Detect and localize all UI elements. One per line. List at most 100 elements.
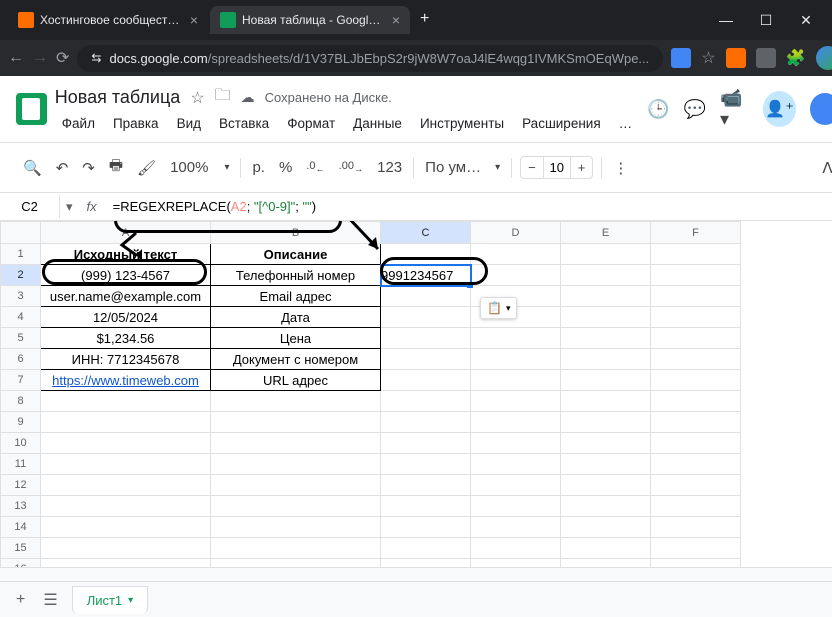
column-header-c[interactable]: C <box>381 222 471 244</box>
all-sheets-button[interactable]: ☰ <box>39 586 61 614</box>
column-header-e[interactable]: E <box>561 222 651 244</box>
percent-button[interactable]: % <box>272 153 299 182</box>
extension-icon[interactable] <box>756 48 776 68</box>
horizontal-scrollbar[interactable] <box>0 567 832 581</box>
name-box-dropdown-icon[interactable]: ▾ <box>60 199 79 215</box>
cell-a4[interactable]: 12/05/2024 <box>41 307 211 328</box>
row-header-8[interactable]: 8 <box>1 391 41 412</box>
cell-b7[interactable]: URL адрес <box>211 370 381 391</box>
number-format-button[interactable]: 123 <box>370 153 409 182</box>
row-header-7[interactable]: 7 <box>1 370 41 391</box>
translate-icon[interactable] <box>671 48 691 68</box>
select-all-corner[interactable] <box>1 222 41 244</box>
profile-avatar[interactable] <box>816 46 832 70</box>
cell-b4[interactable]: Дата <box>211 307 381 328</box>
extensions-menu-icon[interactable]: 🧩 <box>786 48 806 68</box>
close-window-button[interactable]: ✕ <box>796 12 816 29</box>
cell-b5[interactable]: Цена <box>211 328 381 349</box>
paste-options-button[interactable]: 📋 ▾ <box>480 297 517 319</box>
menu-more[interactable]: … <box>612 113 640 134</box>
row-header-9[interactable]: 9 <box>1 412 41 433</box>
spreadsheet-grid[interactable]: A B C D E F 1 Исходный текст Описание 2 … <box>0 221 741 567</box>
cell-b6[interactable]: Документ с номером <box>211 349 381 370</box>
minimize-button[interactable]: — <box>716 12 736 29</box>
column-header-a[interactable]: A <box>41 222 211 244</box>
bookmark-icon[interactable]: ☆ <box>701 48 715 68</box>
chevron-down-icon[interactable]: ▾ <box>488 156 507 179</box>
increase-fontsize-button[interactable]: + <box>571 157 593 178</box>
cell-b2[interactable]: Телефонный номер <box>211 265 381 286</box>
browser-tab-1[interactable]: Новая таблица - Google Табли... × <box>210 6 410 34</box>
paint-format-button[interactable]: 🖌 <box>130 153 163 183</box>
row-header-4[interactable]: 4 <box>1 307 41 328</box>
column-header-b[interactable]: B <box>211 222 381 244</box>
zoom-dropdown[interactable]: 100% <box>163 153 215 182</box>
redo-button[interactable]: ↷ <box>75 153 102 183</box>
extension-icon[interactable] <box>726 48 746 68</box>
add-sheet-button[interactable]: + <box>12 587 29 613</box>
search-menu-icon[interactable]: 🔍 <box>16 153 49 183</box>
chevron-down-icon[interactable]: ▾ <box>217 156 236 179</box>
cell-a1[interactable]: Исходный текст <box>41 244 211 265</box>
sheets-logo[interactable] <box>16 93 47 125</box>
row-header-2[interactable]: 2 <box>1 265 41 286</box>
font-size-input[interactable] <box>543 157 571 178</box>
reload-button[interactable]: ⟳ <box>56 48 69 68</box>
cell-b1[interactable]: Описание <box>211 244 381 265</box>
cell-c1[interactable] <box>381 244 471 265</box>
move-folder-icon[interactable]: 🗀 <box>215 84 231 111</box>
cell-a7[interactable]: https://www.timeweb.com <box>41 370 211 391</box>
comments-icon[interactable]: 💬 <box>684 99 706 120</box>
currency-button[interactable]: р. <box>245 153 272 182</box>
menu-edit[interactable]: Правка <box>106 113 166 134</box>
forward-button[interactable]: → <box>32 49 48 67</box>
name-box[interactable]: C2 <box>0 195 60 218</box>
menu-data[interactable]: Данные <box>346 113 409 134</box>
back-button[interactable]: ← <box>8 49 24 67</box>
star-icon[interactable]: ☆ <box>190 88 204 108</box>
more-toolbar-icon[interactable]: ⋮ <box>606 153 635 183</box>
row-header-12[interactable]: 12 <box>1 475 41 496</box>
address-bar[interactable]: ⇆ docs.google.com/spreadsheets/d/1V37BLJ… <box>77 45 663 72</box>
cell-a6[interactable]: ИНН: 7712345678 <box>41 349 211 370</box>
menu-tools[interactable]: Инструменты <box>413 113 511 134</box>
cell-a3[interactable]: user.name@example.com <box>41 286 211 307</box>
document-title[interactable]: Новая таблица <box>55 87 181 108</box>
cell-a2[interactable]: (999) 123-4567 <box>41 265 211 286</box>
menu-format[interactable]: Формат <box>280 113 342 134</box>
collapse-toolbar-icon[interactable]: ᐱ <box>815 153 832 183</box>
share-button[interactable]: 👤⁺ <box>763 91 796 127</box>
column-header-f[interactable]: F <box>651 222 741 244</box>
cell-c2[interactable]: 9991234567 <box>381 265 471 286</box>
browser-tab-0[interactable]: Хостинговое сообщество «Tim... × <box>8 6 208 34</box>
account-avatar[interactable] <box>810 93 832 125</box>
chevron-down-icon[interactable]: ▾ <box>128 595 133 606</box>
cell-b3[interactable]: Email адрес <box>211 286 381 307</box>
row-header-14[interactable]: 14 <box>1 517 41 538</box>
maximize-button[interactable]: ☐ <box>756 12 776 29</box>
cell-a5[interactable]: $1,234.56 <box>41 328 211 349</box>
formula-input[interactable]: =REGEXREPLACE(A2; "[^0-9]"; "") <box>105 195 832 219</box>
menu-view[interactable]: Вид <box>170 113 208 134</box>
decrease-decimal-button[interactable]: .0← <box>299 154 331 180</box>
close-tab-icon[interactable]: × <box>392 12 400 28</box>
row-header-1[interactable]: 1 <box>1 244 41 265</box>
menu-file[interactable]: Файл <box>55 113 102 134</box>
menu-extensions[interactable]: Расширения <box>515 113 608 134</box>
sheet-tab-1[interactable]: Лист1 ▾ <box>72 586 149 614</box>
decrease-fontsize-button[interactable]: − <box>521 157 543 178</box>
row-header-3[interactable]: 3 <box>1 286 41 307</box>
row-header-5[interactable]: 5 <box>1 328 41 349</box>
row-header-13[interactable]: 13 <box>1 496 41 517</box>
new-tab-button[interactable]: + <box>412 6 437 34</box>
increase-decimal-button[interactable]: .00→ <box>332 154 370 180</box>
close-tab-icon[interactable]: × <box>190 12 198 28</box>
menu-insert[interactable]: Вставка <box>212 113 276 134</box>
history-icon[interactable]: 🕒 <box>647 99 669 120</box>
print-button[interactable]: 🖶 <box>102 149 130 186</box>
column-header-d[interactable]: D <box>471 222 561 244</box>
font-dropdown[interactable]: По ум… <box>418 153 488 182</box>
row-header-16[interactable]: 16 <box>1 559 41 568</box>
row-header-15[interactable]: 15 <box>1 538 41 559</box>
meet-icon[interactable]: 📹▾ <box>720 88 749 130</box>
